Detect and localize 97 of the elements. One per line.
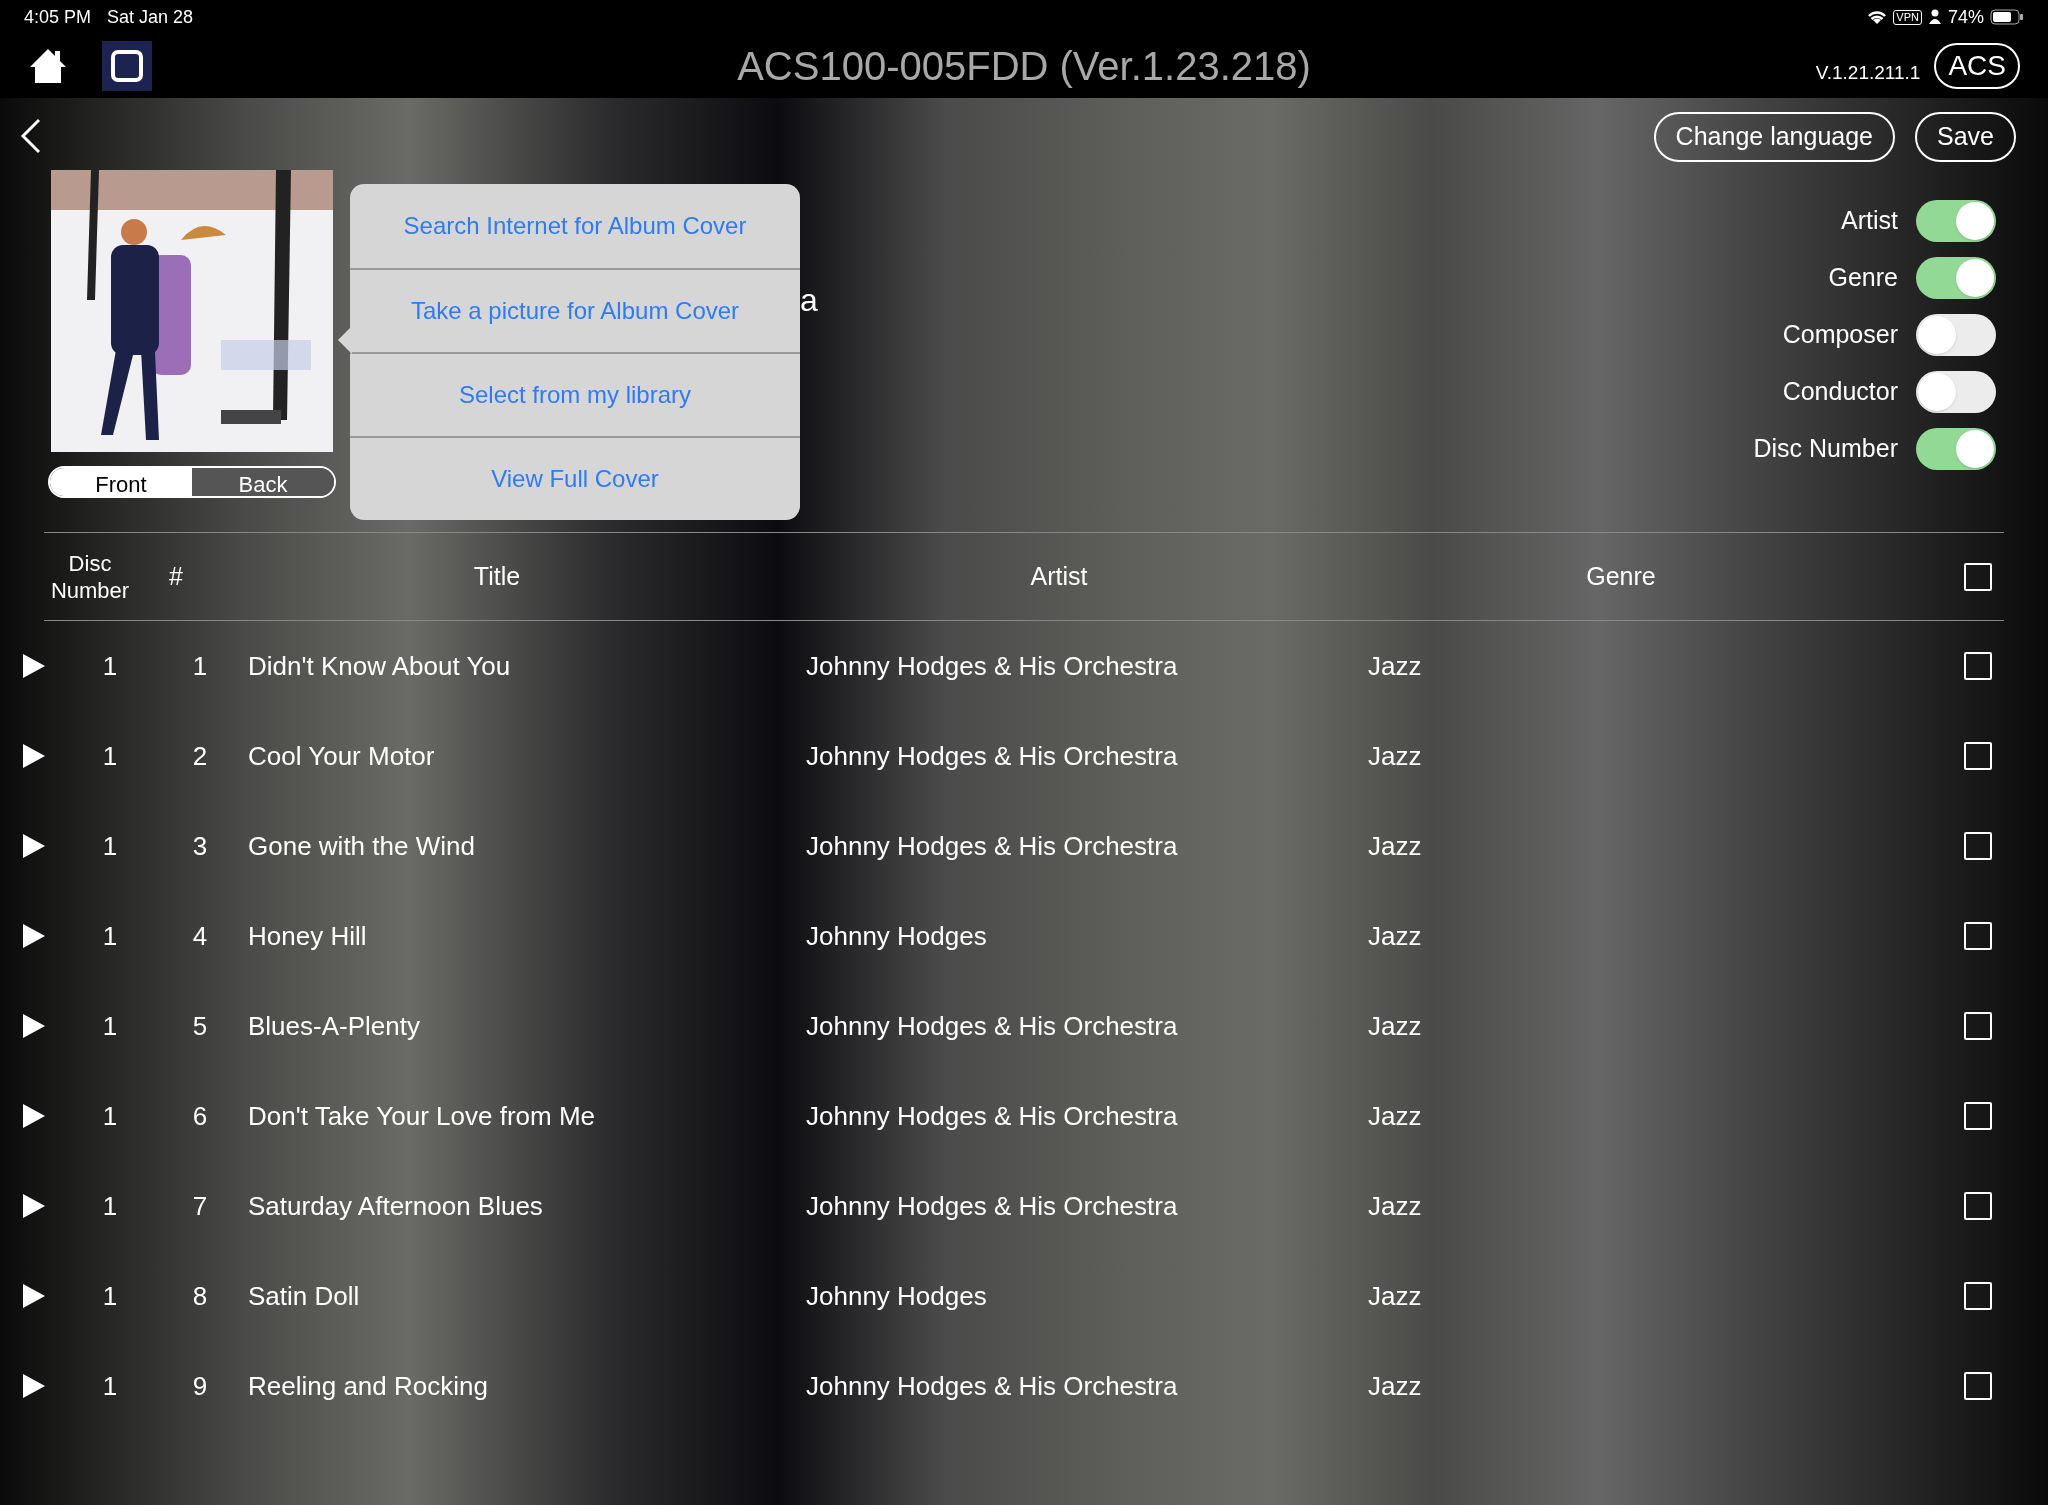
artist-cell-text: Johnny Hodges & His Orchestra [806, 829, 1179, 863]
genre-cell-text: Jazz [1368, 1279, 1423, 1313]
genre-cell-text: Jazz [1368, 1009, 1423, 1043]
back-icon[interactable] [20, 118, 42, 154]
column-header: Disc Number [49, 549, 131, 604]
toggle-label: Composer [1782, 319, 1898, 351]
title-cell-text: Gone with the Wind [247, 829, 476, 863]
version-label: V.1.21.211.1 [1815, 60, 1921, 85]
disc-cell-text: 1 [101, 1189, 119, 1223]
toggle-switch[interactable] [1916, 257, 1996, 299]
person-icon [1927, 9, 1942, 25]
checkbox[interactable] [1964, 652, 1992, 680]
genre-cell-text: Jazz [1368, 829, 1423, 863]
column-header: Title [472, 560, 522, 592]
play-icon[interactable] [22, 833, 46, 859]
title-cell-text: Saturday Afternoon Blues [247, 1189, 544, 1223]
genre-cell-text: Jazz [1368, 1369, 1423, 1403]
app-icon[interactable] [102, 41, 152, 91]
title-cell-text: Don't Take Your Love from Me [247, 1099, 596, 1133]
artist-cell-text: Johnny Hodges [806, 919, 988, 953]
cover-side-tab[interactable]: Front [50, 468, 192, 496]
play-icon[interactable] [22, 1283, 46, 1309]
genre-cell-text: Jazz [1368, 649, 1423, 683]
title-cell-text: Reeling and Rocking [247, 1369, 489, 1403]
checkbox[interactable] [1964, 1192, 1992, 1220]
track-number-cell-text: 5 [191, 1009, 209, 1043]
checkbox[interactable] [1964, 562, 1992, 591]
disc-cell-text: 1 [101, 1099, 119, 1133]
checkbox[interactable] [1964, 922, 1992, 950]
artist-cell-text: Johnny Hodges & His Orchestra [806, 1099, 1179, 1133]
battery-percent: 74% [1947, 5, 1984, 29]
checkbox[interactable] [1964, 1012, 1992, 1040]
acs-button[interactable]: ACS [1934, 43, 2020, 89]
action-button[interactable]: Save [1915, 112, 2016, 162]
toggle-label: Disc Number [1753, 433, 1898, 465]
column-header: Genre [1585, 560, 1657, 592]
play-icon[interactable] [22, 743, 46, 769]
genre-cell-text: Jazz [1368, 1189, 1423, 1223]
disc-cell-text: 1 [101, 919, 119, 953]
track-number-cell-text: 1 [191, 649, 209, 683]
checkbox[interactable] [1964, 1102, 1992, 1130]
track-number-cell-text: 9 [191, 1369, 209, 1403]
play-icon[interactable] [22, 653, 46, 679]
disc-cell-text: 1 [101, 1369, 119, 1403]
title-cell-text: Satin Doll [247, 1279, 361, 1313]
toggle-switch[interactable] [1916, 200, 1996, 242]
genre-cell-text: Jazz [1368, 1099, 1423, 1133]
battery-icon [1990, 9, 2024, 25]
wifi-icon [1867, 9, 1888, 25]
title-cell-text: Didn't Know About You [247, 649, 512, 683]
title-cell-text: Honey Hill [247, 919, 368, 953]
genre-cell-text: Jazz [1368, 919, 1423, 953]
checkbox[interactable] [1964, 832, 1992, 860]
track-number-cell-text: 2 [191, 739, 209, 773]
play-icon[interactable] [22, 923, 46, 949]
disc-cell-text: 1 [101, 1279, 119, 1313]
artist-cell-text: Johnny Hodges & His Orchestra [806, 1189, 1179, 1223]
toggle-switch[interactable] [1916, 428, 1996, 470]
play-icon[interactable] [22, 1193, 46, 1219]
toggle-switch[interactable] [1916, 371, 1996, 413]
track-number-cell-text: 3 [191, 829, 209, 863]
status-time: 4:05 PM [24, 5, 92, 29]
album-info-text: a [800, 281, 818, 320]
toggle-label: Conductor [1782, 376, 1898, 408]
play-icon[interactable] [22, 1103, 46, 1129]
cover-side-tab[interactable]: Back [192, 468, 334, 496]
play-icon[interactable] [22, 1373, 46, 1399]
toggle-label: Genre [1828, 262, 1898, 294]
window-title: ACS100-005FDD (Ver.1.23.218) [737, 43, 1311, 90]
artist-cell-text: Johnny Hodges [806, 1279, 988, 1313]
column-header: # [168, 560, 184, 592]
checkbox[interactable] [1964, 1282, 1992, 1310]
home-icon[interactable] [28, 47, 68, 85]
track-number-cell-text: 8 [191, 1279, 209, 1313]
checkbox[interactable] [1964, 1372, 1992, 1400]
column-header: Artist [1029, 560, 1089, 592]
checkbox[interactable] [1964, 742, 1992, 770]
track-number-cell-text: 6 [191, 1099, 209, 1133]
title-cell-text: Cool Your Motor [247, 739, 436, 773]
action-button[interactable]: Change language [1653, 112, 1895, 162]
status-date: Sat Jan 28 [107, 5, 194, 29]
vpn-badge: VPN [1893, 9, 1922, 25]
genre-cell-text: Jazz [1368, 739, 1423, 773]
artist-cell-text: Johnny Hodges & His Orchestra [806, 1369, 1179, 1403]
artist-cell-text: Johnny Hodges & His Orchestra [806, 739, 1179, 773]
title-cell-text: Blues-A-Plenty [247, 1009, 421, 1043]
disc-cell-text: 1 [101, 739, 119, 773]
artist-cell-text: Johnny Hodges & His Orchestra [806, 649, 1179, 683]
disc-cell-text: 1 [101, 1009, 119, 1043]
disc-cell-text: 1 [101, 649, 119, 683]
disc-cell-text: 1 [101, 829, 119, 863]
track-number-cell-text: 4 [191, 919, 209, 953]
toggle-label: Artist [1841, 205, 1898, 237]
play-icon[interactable] [22, 1013, 46, 1039]
toggle-switch[interactable] [1916, 314, 1996, 356]
track-number-cell-text: 7 [191, 1189, 209, 1223]
artist-cell-text: Johnny Hodges & His Orchestra [806, 1009, 1179, 1043]
